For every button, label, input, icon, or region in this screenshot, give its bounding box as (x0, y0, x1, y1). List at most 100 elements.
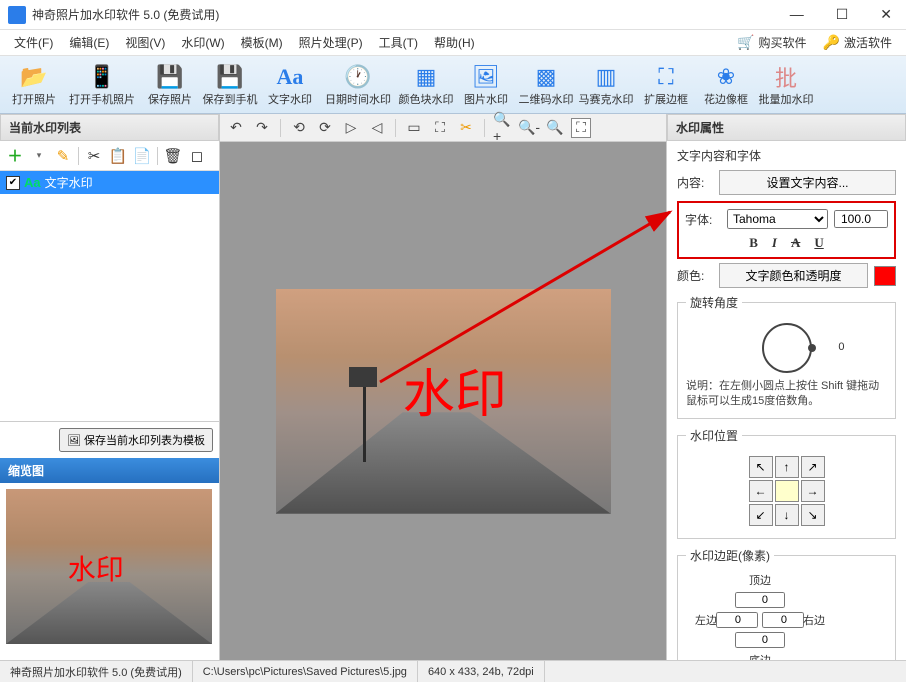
italic-button[interactable]: I (772, 235, 777, 251)
font-select[interactable]: Tahoma (727, 209, 828, 229)
rotate-fieldset: 旋转角度 0 说明：在左侧小圆点上按住 Shift 键拖动鼠标可以生成15度倍数… (677, 294, 896, 419)
preview-thumbnail[interactable]: 水印 (6, 489, 212, 644)
menu-watermark[interactable]: 水印(W) (173, 31, 232, 54)
paste-button[interactable]: 📄 (133, 147, 151, 165)
qr-wm-icon: ▩ (531, 63, 561, 91)
margin-bottom-input[interactable] (735, 632, 785, 648)
cut-button[interactable]: ✂ (85, 147, 103, 165)
margin-left-label: 左边 (695, 612, 717, 628)
pos-l[interactable]: ← (749, 480, 773, 502)
canvas-area[interactable]: 水印 (220, 142, 666, 660)
add-watermark-button[interactable]: ＋ (6, 147, 24, 165)
color-opacity-button[interactable]: 文字颜色和透明度 (719, 263, 868, 288)
watermark-list: ✔ Aa 文字水印 (0, 171, 219, 421)
flower-border-button[interactable]: ❀花边像框 (698, 58, 754, 112)
rotate-right-button[interactable]: ⟳ (315, 118, 335, 138)
menu-bar: 文件(F) 编辑(E) 视图(V) 水印(W) 模板(M) 照片处理(P) 工具… (0, 30, 906, 56)
buy-software-link[interactable]: 🛒 购买软件 (729, 31, 814, 54)
zoom-in-button[interactable]: 🔍+ (493, 118, 513, 138)
maximize-button[interactable]: ☐ (830, 4, 855, 25)
pos-tl[interactable]: ↖ (749, 456, 773, 478)
qr-wm-button[interactable]: ▩二维码水印 (518, 58, 574, 112)
mosaic-wm-button[interactable]: ▥马赛克水印 (578, 58, 634, 112)
content-label: 内容: (677, 174, 713, 191)
pos-r[interactable]: → (801, 480, 825, 502)
strike-button[interactable]: A (791, 235, 800, 251)
open-photo-button[interactable]: 📂打开照片 (6, 58, 62, 112)
pos-br[interactable]: ↘ (801, 504, 825, 526)
pos-tr[interactable]: ↗ (801, 456, 825, 478)
cart-icon: 🛒 (737, 34, 754, 51)
flip-h-button[interactable]: ▷ (341, 118, 361, 138)
redo-button[interactable]: ↷ (252, 118, 272, 138)
expand-border-button[interactable]: ⛶扩展边框 (638, 58, 694, 112)
menu-help[interactable]: 帮助(H) (426, 31, 483, 54)
edit-watermark-button[interactable]: ✎ (54, 147, 72, 165)
status-app: 神奇照片加水印软件 5.0 (免费试用) (0, 661, 193, 682)
close-button[interactable]: ✕ (874, 4, 898, 25)
menu-tools[interactable]: 工具(T) (371, 31, 426, 54)
bold-button[interactable]: B (749, 235, 758, 251)
main-toolbar: 📂打开照片📱打开手机照片💾保存照片💾保存到手机Aa文字水印🕐日期时间水印▦颜色块… (0, 56, 906, 114)
pos-bl[interactable]: ↙ (749, 504, 773, 526)
expand-border-label: 扩展边框 (644, 91, 688, 107)
margin-left-input[interactable] (716, 612, 758, 628)
batch-wm-button[interactable]: 批批量加水印 (758, 58, 814, 112)
margin-right-input[interactable] (762, 612, 804, 628)
qr-wm-label: 二维码水印 (519, 91, 574, 107)
mosaic-wm-icon: ▥ (591, 63, 621, 91)
minimize-button[interactable]: ― (784, 4, 810, 25)
crop-button[interactable]: ✂ (456, 118, 476, 138)
color-swatch[interactable] (874, 266, 896, 286)
margin-right-label: 右边 (803, 612, 825, 628)
pos-t[interactable]: ↑ (775, 456, 799, 478)
text-wm-button[interactable]: Aa文字水印 (262, 58, 318, 112)
date-wm-button[interactable]: 🕐日期时间水印 (322, 58, 394, 112)
undo-button[interactable]: ↶ (226, 118, 246, 138)
activate-software-link[interactable]: 🔑 激活软件 (815, 31, 900, 54)
zoom-out-button[interactable]: 🔍- (519, 118, 539, 138)
menu-template[interactable]: 模板(M) (233, 31, 291, 54)
menu-edit[interactable]: 编辑(E) (61, 31, 117, 54)
title-bar: 神奇照片加水印软件 5.0 (免费试用) ― ☐ ✕ (0, 0, 906, 30)
margin-top-input[interactable] (735, 592, 785, 608)
open-photo-label: 打开照片 (12, 91, 56, 107)
save-template-button[interactable]: 🖼 保存当前水印列表为模板 (59, 428, 213, 452)
rotate-hint: 说明：在左侧小圆点上按住 Shift 键拖动鼠标可以生成15度倍数角。 (686, 379, 887, 410)
set-text-content-button[interactable]: 设置文字内容... (719, 170, 896, 195)
canvas-image[interactable]: 水印 (276, 289, 611, 514)
rotate-dial[interactable] (762, 323, 812, 373)
preview-area: 水印 (0, 483, 219, 660)
pos-b[interactable]: ↓ (775, 504, 799, 526)
checkbox-icon[interactable]: ✔ (6, 176, 20, 190)
pos-center[interactable] (775, 480, 799, 502)
flower-border-icon: ❀ (711, 63, 741, 91)
zoom-fit-button[interactable]: ⛶ (571, 118, 591, 138)
clear-button[interactable]: ◻ (188, 147, 206, 165)
canvas-watermark-text[interactable]: 水印 (403, 352, 507, 427)
copy-button[interactable]: 📋 (109, 147, 127, 165)
rotate-left-button[interactable]: ⟲ (289, 118, 309, 138)
save-phone-button[interactable]: 💾保存到手机 (202, 58, 258, 112)
margin-fieldset: 水印边距(像素) 顶边 左边 右边 底边 (677, 547, 896, 660)
rect-button[interactable]: ▭ (404, 118, 424, 138)
block-wm-button[interactable]: ▦颜色块水印 (398, 58, 454, 112)
text-font-group-label: 文字内容和字体 (677, 147, 896, 164)
save-photo-button[interactable]: 💾保存照片 (142, 58, 198, 112)
open-phone-button[interactable]: 📱打开手机照片 (66, 58, 138, 112)
margin-top-label: 顶边 (749, 572, 771, 588)
font-size-input[interactable] (834, 210, 888, 228)
dropdown-icon[interactable]: ▾ (30, 147, 48, 165)
menu-file[interactable]: 文件(F) (6, 31, 61, 54)
color-label: 颜色: (677, 267, 713, 284)
watermark-list-item[interactable]: ✔ Aa 文字水印 (0, 171, 219, 194)
image-wm-button[interactable]: 🖼图片水印 (458, 58, 514, 112)
delete-button[interactable]: 🗑 (164, 147, 182, 165)
underline-button[interactable]: U (814, 235, 823, 251)
flip-v-button[interactable]: ◁ (367, 118, 387, 138)
zoom-reset-button[interactable]: 🔍 (545, 118, 565, 138)
fit-button[interactable]: ⛶ (430, 118, 450, 138)
menu-photo-process[interactable]: 照片处理(P) (291, 31, 371, 54)
rotate-handle[interactable] (808, 344, 816, 352)
menu-view[interactable]: 视图(V) (117, 31, 173, 54)
